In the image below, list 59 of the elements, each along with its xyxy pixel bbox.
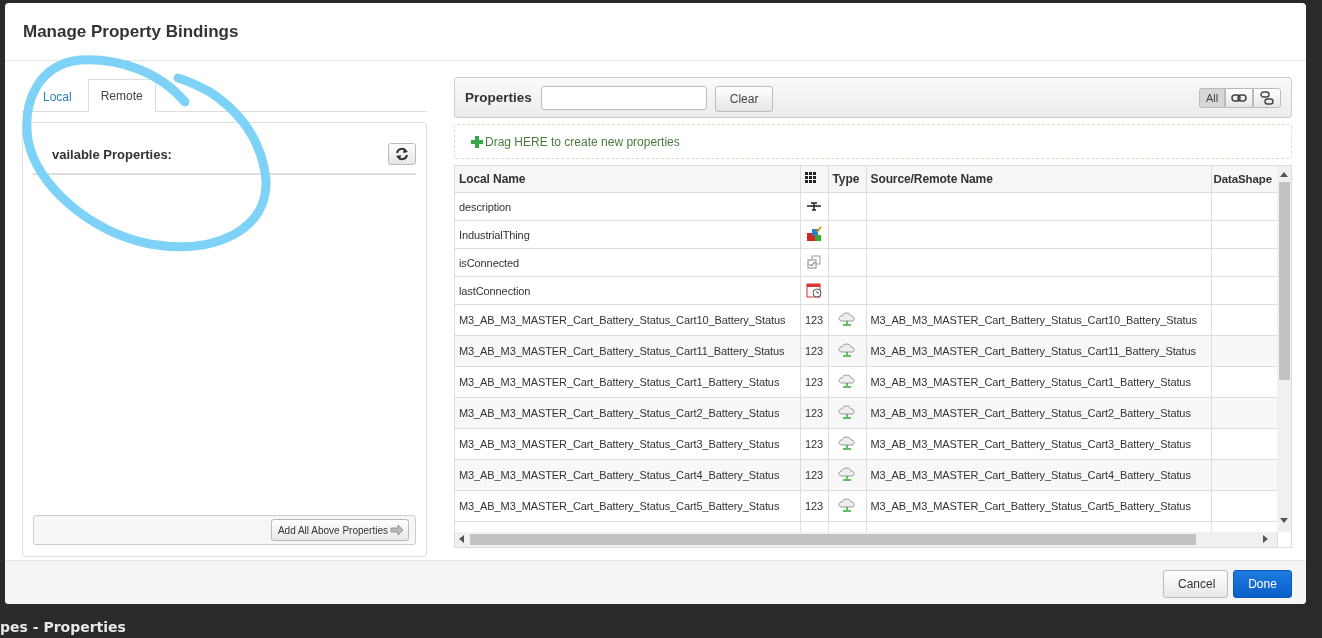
- table-cell: M3_AB_M3_MASTER_Cart_Battery_Status_Cart4_Battery_Status: [455, 459, 800, 491]
- clear-button[interactable]: Clear: [714, 86, 774, 112]
- tab[interactable]: Local: [30, 80, 85, 112]
- dialog-title: Manage Property Bindings: [23, 21, 239, 42]
- table-cell: M3_AB_M3_MASTER_Cart_Battery_Status_Cart10_Battery_Status: [866, 304, 1211, 336]
- broken-link-icon: [1260, 90, 1274, 105]
- table-cell: M3_AB_M3_MASTER_Cart_Battery_Status_Cart1_Battery_Status: [455, 366, 800, 398]
- scrollbar-thumb[interactable]: [470, 534, 1196, 545]
- table-cell: M3_AB_M3_MASTER_Cart_Battery_Status_Cart5_Battery_Status: [455, 490, 800, 522]
- table-cell: M3_AB_M3_MASTER_Cart_Battery_Status_Cart11_Battery_Status: [866, 335, 1211, 367]
- filter-all-button[interactable]: All: [1199, 87, 1225, 108]
- scroll-up-icon: [1280, 172, 1288, 177]
- table-cell: M3_AB_M3_MASTER_Cart_Battery_Status_Cart3_Battery_Status: [866, 428, 1211, 460]
- scrollbar-thumb[interactable]: [1279, 182, 1290, 380]
- table-cell: M3_AB_M3_MASTER_Cart_Battery_Status_Cart5_Battery_Status: [866, 490, 1211, 522]
- plus-icon: [470, 134, 484, 149]
- page-heading: pes - Properties: [0, 619, 126, 635]
- scroll-left-icon: [459, 535, 464, 543]
- search-field[interactable]: [540, 85, 707, 110]
- arrow-right-icon: [390, 525, 404, 535]
- table-cell: lastConnection: [455, 276, 800, 305]
- table-cell: M3_AB_M3_MASTER_Cart_Battery_Status_Cart10_Battery_Status: [455, 304, 800, 336]
- scroll-right-icon: [1263, 535, 1268, 543]
- filter-unbound-button[interactable]: [1253, 87, 1281, 108]
- add-all-button[interactable]: Add All Above Properties: [270, 519, 409, 541]
- drop-zone-text: Drag HERE to create new properties: [485, 134, 680, 149]
- tab[interactable]: Remote: [87, 79, 156, 112]
- chain-link-icon: [1231, 93, 1247, 102]
- table-cell: M3_AB_M3_MASTER_Cart_Battery_Status_Cart2_Battery_Status: [866, 397, 1211, 429]
- column-header[interactable]: Local Name: [455, 166, 800, 193]
- cancel-button[interactable]: Cancel: [1163, 569, 1228, 598]
- table-cell: 123: [800, 490, 828, 522]
- table-cell: M3_AB_M3_MASTER_Cart_Battery_Status_Cart4_Battery_Status: [866, 459, 1211, 491]
- checkbox-pair-icon: [807, 254, 821, 269]
- blocks-icon: [806, 225, 822, 242]
- calendar-clock-icon: [806, 281, 822, 298]
- done-button[interactable]: Done: [1233, 569, 1292, 598]
- grid-icon: [804, 172, 816, 183]
- text-type-icon: [806, 200, 822, 211]
- column-header[interactable]: Source/Remote Name: [866, 166, 1211, 193]
- table-cell: M3_AB_M3_MASTER_Cart_Battery_Status_Cart11_Battery_Status: [455, 335, 800, 367]
- panel-heading: vailable Properties:: [52, 146, 172, 162]
- scroll-down-icon: [1280, 518, 1288, 523]
- table-cell: M3_AB_M3_MASTER_Cart_Battery_Status_Cart3_Battery_Status: [455, 428, 800, 460]
- table-cell: 123: [800, 428, 828, 460]
- column-header[interactable]: Type: [828, 166, 866, 193]
- table-cell: M3_AB_M3_MASTER_Cart_Battery_Status_Cart1_Battery_Status: [866, 366, 1211, 398]
- table-cell: description: [455, 192, 800, 221]
- table-cell: isConnected: [455, 248, 800, 277]
- filter-bound-button[interactable]: [1225, 87, 1253, 108]
- refresh-button[interactable]: [388, 143, 416, 165]
- table-cell: IndustrialThing: [455, 220, 800, 249]
- table-cell: 123: [800, 366, 828, 398]
- toolbar-label: Properties: [465, 90, 532, 105]
- column-header[interactable]: [800, 166, 828, 193]
- column-header[interactable]: DataShape: [1211, 166, 1277, 193]
- refresh-icon: [395, 147, 409, 161]
- table-cell: 123: [800, 304, 828, 336]
- table-cell: M3_AB_M3_MASTER_Cart_Battery_Status_Cart2_Battery_Status: [455, 397, 800, 429]
